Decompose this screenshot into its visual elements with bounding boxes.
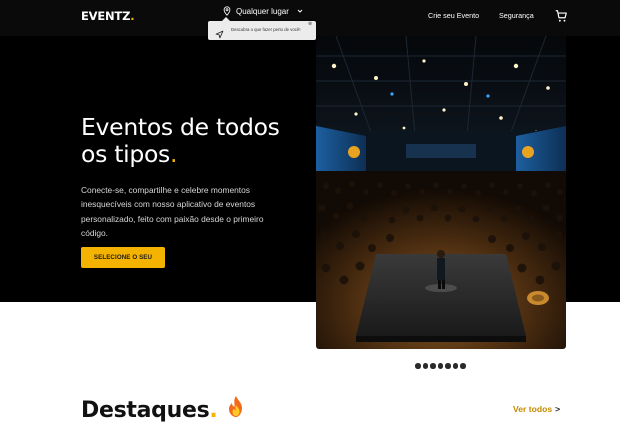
hero-description: Conecte-se, compartilhe e celebre moment… [81,185,264,238]
location-tooltip: Descubra o que fazer perto de você! ⊗ [208,17,316,40]
hero-event-image [316,36,566,349]
hero-title-dot: . [169,140,178,168]
close-icon[interactable]: ⊗ [308,22,312,27]
brand-dot: . [130,9,135,23]
page: EVENTZ. Qualquer lugar Crie seu Evento S… [0,0,620,438]
carousel-dot[interactable] [452,363,458,369]
location-pin-icon [222,6,232,16]
carousel-indicators [415,363,466,369]
location-selector[interactable]: Qualquer lugar [222,5,304,17]
carousel-dot[interactable] [437,363,443,369]
carousel-dot[interactable] [415,363,421,369]
location-label: Qualquer lugar [236,6,289,16]
highlights-title-dot: . [209,397,218,423]
carousel-dot[interactable] [460,363,466,369]
see-all-link[interactable]: Ver todos > [513,404,560,414]
cart-icon[interactable] [554,9,568,28]
tooltip-text: Descubra o que fazer perto de você! [231,27,301,32]
fire-emoji-icon [225,395,247,425]
hero-title-line2: os tipos [81,140,170,168]
carousel-dot[interactable] [430,363,436,369]
security-link[interactable]: Segurança [499,11,534,20]
hero-title-line1: Eventos de todos [81,113,280,141]
brand-name: EVENTZ [81,9,131,23]
chevron-right-icon: > [555,404,561,414]
carousel-dot[interactable] [445,363,451,369]
navigation-arrow-icon [215,26,224,44]
select-yours-button[interactable]: SELECIONE O SEU [81,247,165,268]
highlights-title: Destaques. [81,395,247,425]
see-all-label: Ver todos [513,404,553,414]
highlights-title-text: Destaques [81,397,210,423]
create-event-link[interactable]: Crie seu Evento [428,11,479,20]
hero-title: Eventos de todos os tipos. [81,114,311,168]
brand-logo[interactable]: EVENTZ. [81,9,135,23]
carousel-dot[interactable] [422,363,428,369]
chevron-down-icon [296,7,304,15]
